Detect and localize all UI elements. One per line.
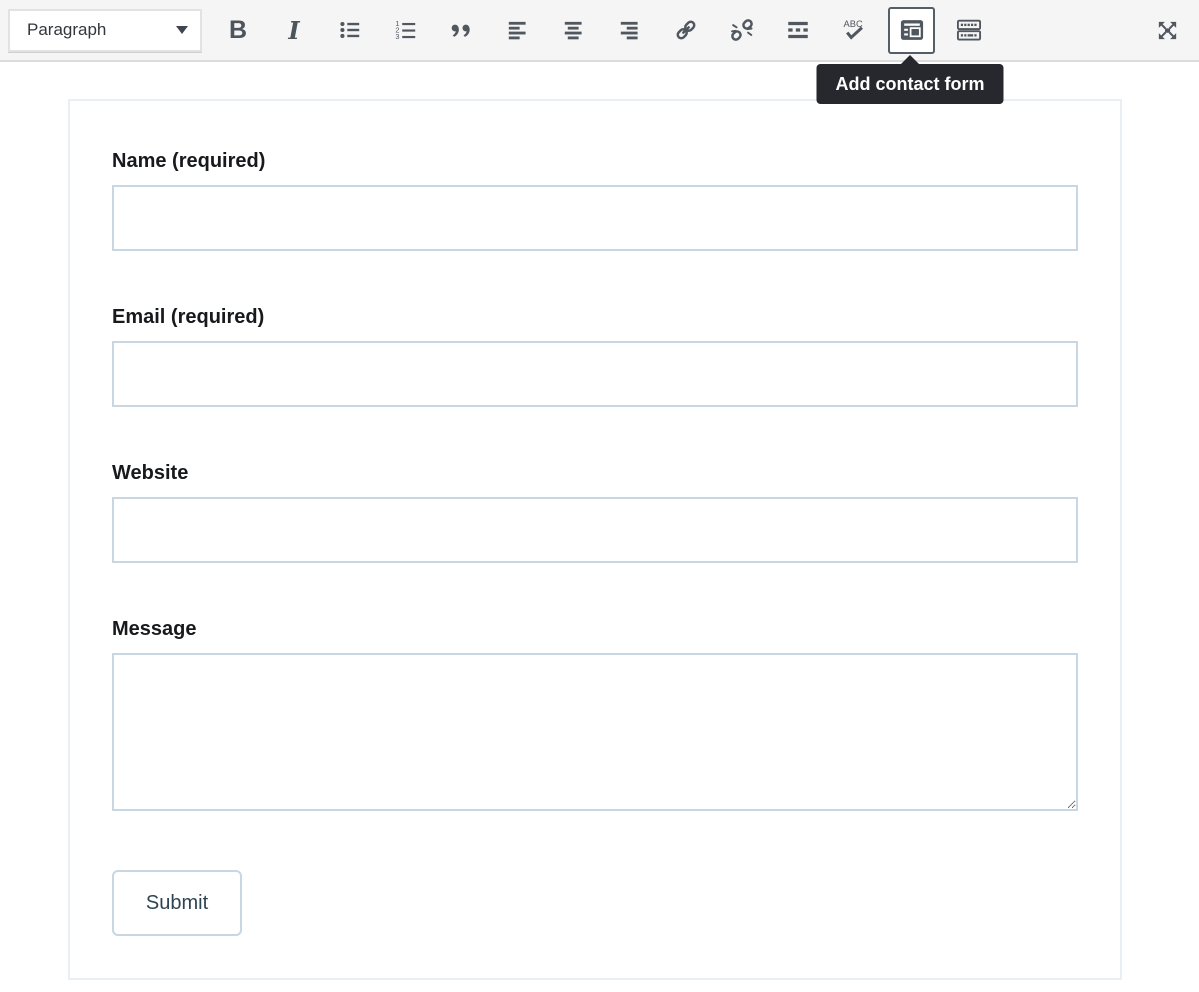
align-left-icon: [505, 17, 531, 43]
email-field-label: Email (required): [112, 303, 1078, 331]
spellcheck-button[interactable]: ABC: [832, 8, 876, 52]
unlink-icon: [729, 17, 755, 43]
fullscreen-icon: [1154, 17, 1181, 44]
align-left-button[interactable]: [496, 8, 540, 52]
numbered-list-button[interactable]: 1 2 3: [384, 8, 428, 52]
keyboard-icon: [955, 16, 983, 44]
editor-toolbar: Paragraph B I 1 2 3: [0, 0, 1199, 62]
fullscreen-button[interactable]: [1145, 8, 1189, 52]
format-dropdown[interactable]: Paragraph: [8, 9, 202, 52]
name-input[interactable]: [112, 185, 1078, 251]
link-button[interactable]: [664, 8, 708, 52]
link-icon: [673, 17, 699, 43]
align-center-icon: [561, 17, 587, 43]
tooltip-arrow: [901, 55, 919, 64]
svg-text:3: 3: [395, 32, 399, 41]
bold-button[interactable]: B: [216, 8, 260, 52]
align-right-button[interactable]: [608, 8, 652, 52]
align-right-icon: [617, 17, 643, 43]
website-input[interactable]: [112, 497, 1078, 563]
name-field-label: Name (required): [112, 147, 1078, 175]
read-more-button[interactable]: [776, 8, 820, 52]
message-field-label: Message: [112, 615, 1078, 643]
blockquote-button[interactable]: [440, 8, 484, 52]
keyboard-button[interactable]: [947, 8, 991, 52]
add-contact-form-icon: [898, 16, 926, 44]
contact-form-preview[interactable]: Name (required) Email (required) Website…: [68, 99, 1122, 980]
bulleted-list-button[interactable]: [328, 8, 372, 52]
add-contact-form-tooltip: Add contact form: [816, 64, 1003, 104]
submit-button[interactable]: Submit: [112, 870, 242, 936]
format-dropdown-value: Paragraph: [27, 20, 106, 40]
form-field-website: Website: [112, 459, 1078, 563]
bulleted-list-icon: [337, 17, 363, 43]
unlink-button[interactable]: [720, 8, 764, 52]
spellcheck-abc-icon: ABC: [840, 16, 868, 44]
message-textarea[interactable]: [112, 653, 1078, 811]
form-field-email: Email (required): [112, 303, 1078, 407]
bold-icon: B: [229, 16, 247, 45]
numbered-list-icon: 1 2 3: [393, 17, 419, 43]
read-more-icon: [785, 17, 811, 43]
blockquote-icon: [449, 17, 475, 43]
italic-button[interactable]: I: [272, 8, 316, 52]
website-field-label: Website: [112, 459, 1078, 487]
form-field-name: Name (required): [112, 147, 1078, 251]
email-input[interactable]: [112, 341, 1078, 407]
add-contact-form-button[interactable]: [888, 7, 935, 54]
align-center-button[interactable]: [552, 8, 596, 52]
chevron-down-icon: [176, 26, 188, 34]
form-field-message: Message: [112, 615, 1078, 811]
italic-icon: I: [288, 16, 299, 45]
